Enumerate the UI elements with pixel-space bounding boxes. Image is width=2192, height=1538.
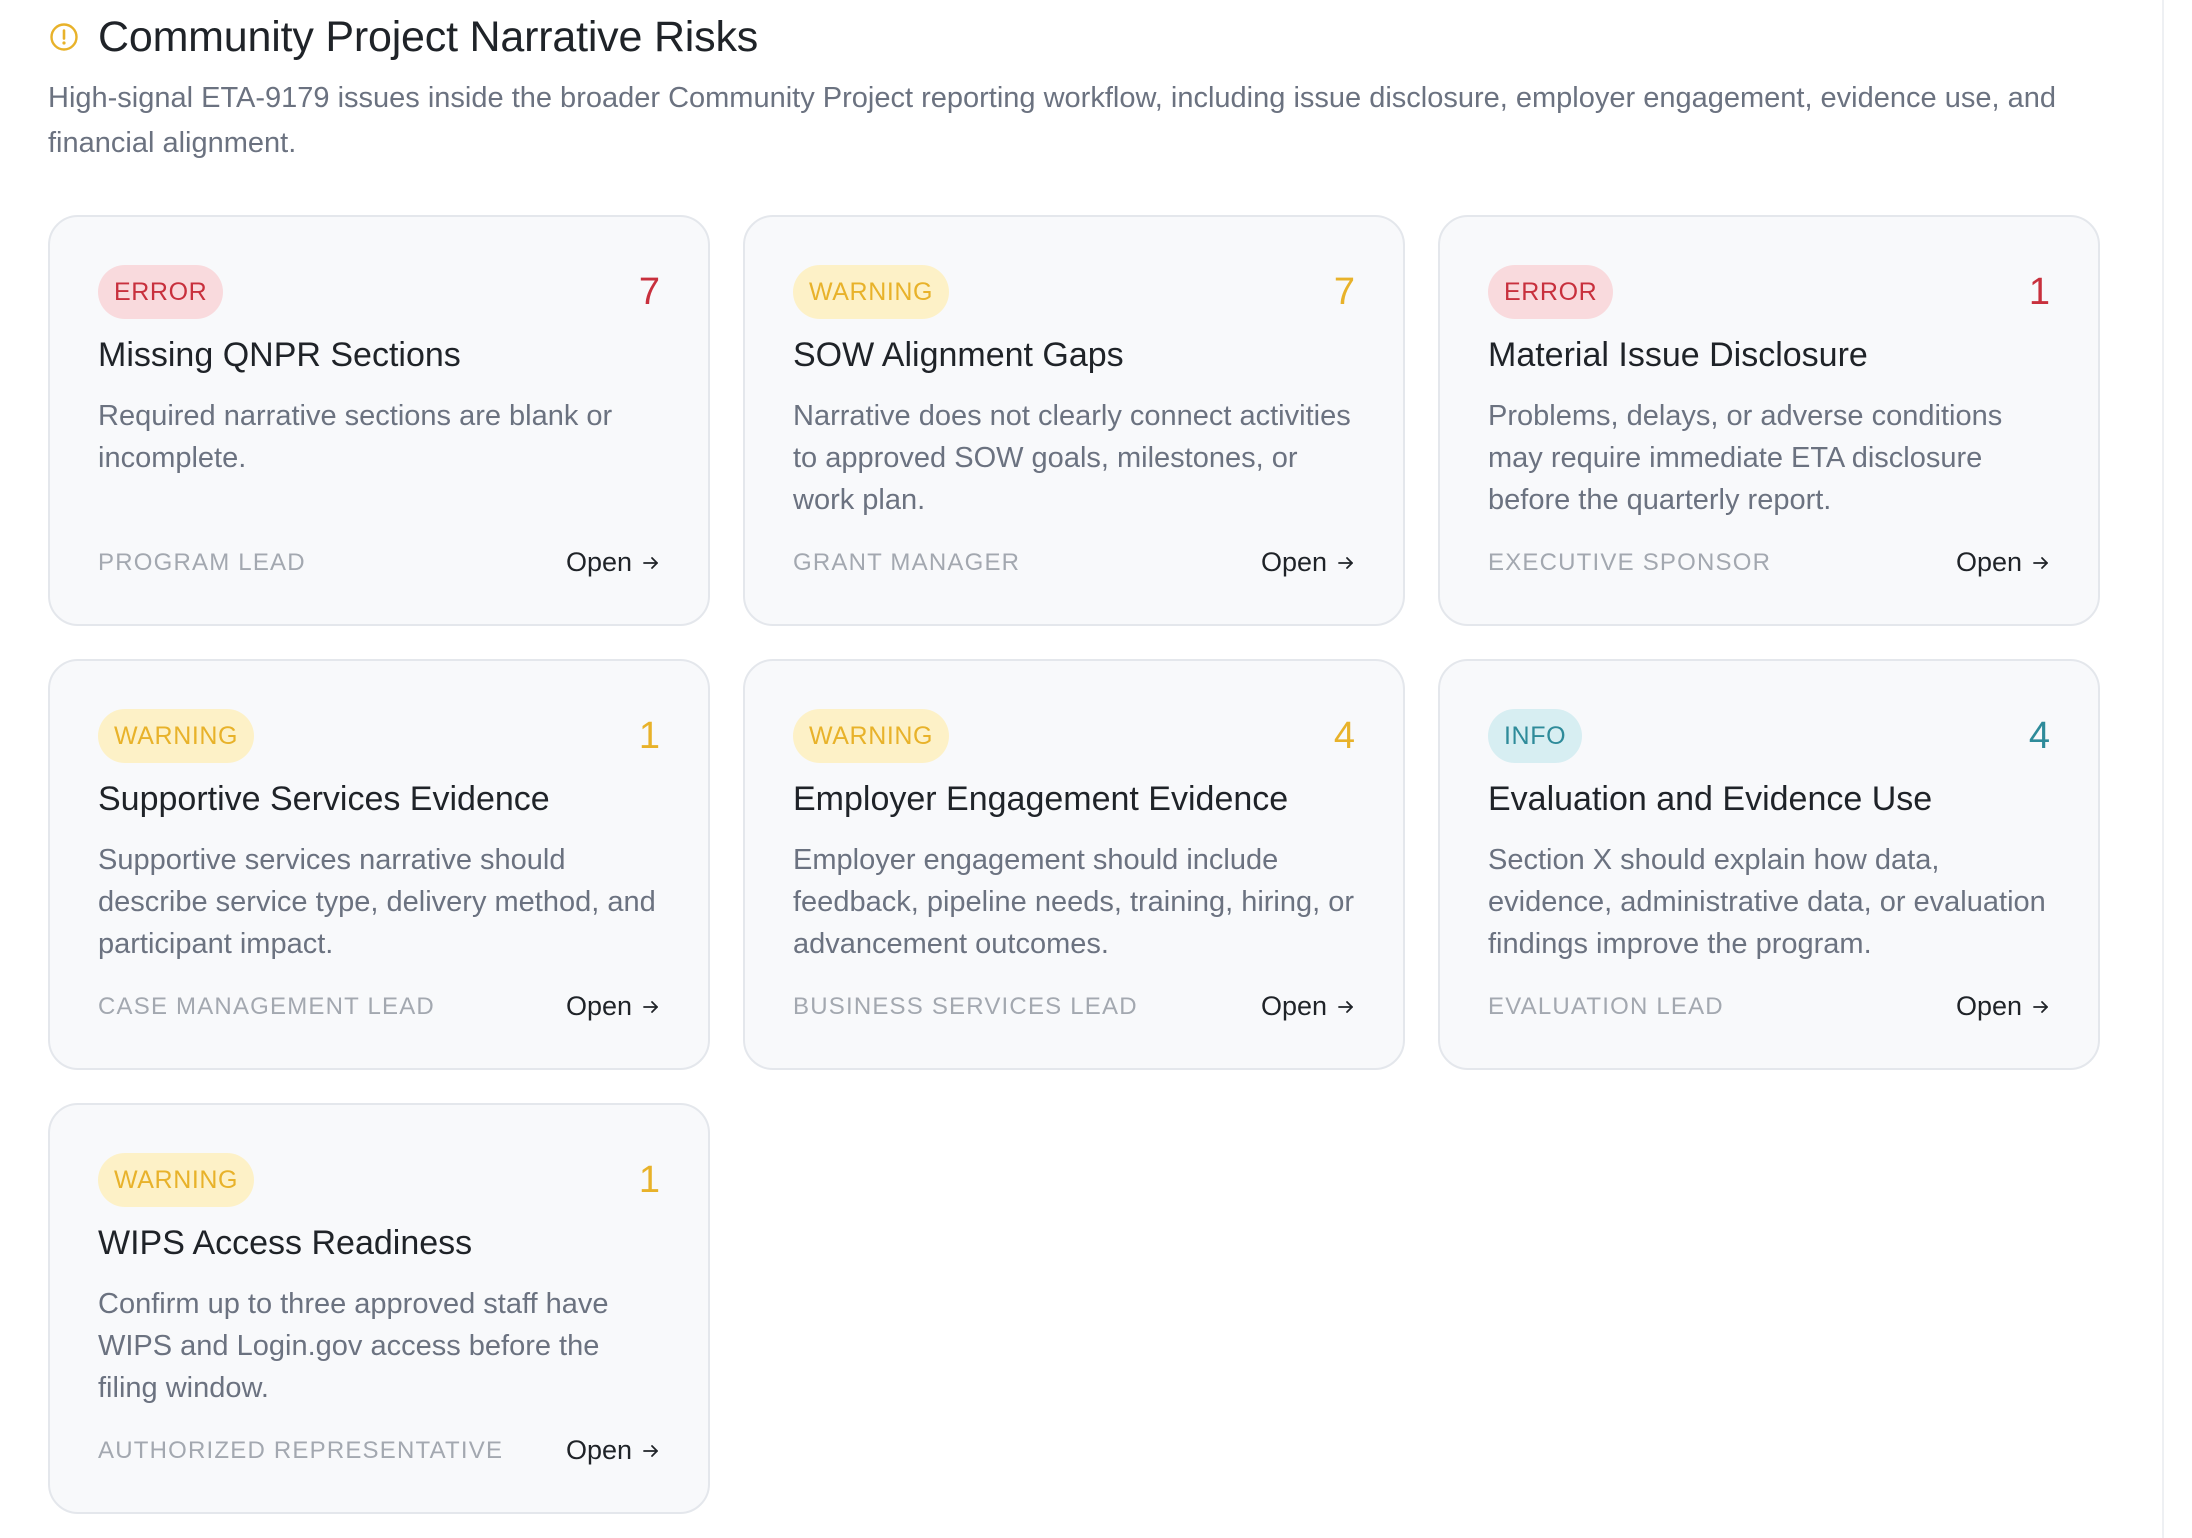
open-label: Open bbox=[565, 547, 632, 577]
open-button[interactable]: Open bbox=[1261, 547, 1355, 578]
owner-role: AUTHORIZED REPRESENTATIVE bbox=[98, 1436, 504, 1464]
arrow-right-icon bbox=[1337, 554, 1355, 572]
open-label: Open bbox=[1955, 547, 2022, 577]
card-footer: PROGRAM LEAD Open bbox=[98, 547, 660, 578]
open-button[interactable]: Open bbox=[1261, 991, 1355, 1022]
narrative-risks-section: Community Project Narrative Risks High-s… bbox=[48, 8, 2108, 1514]
severity-badge: WARNING bbox=[98, 709, 255, 763]
card-footer: AUTHORIZED REPRESENTATIVE Open bbox=[98, 1435, 660, 1466]
severity-badge: ERROR bbox=[1488, 265, 1614, 319]
arrow-right-icon bbox=[642, 998, 660, 1016]
open-button[interactable]: Open bbox=[566, 547, 660, 578]
card-title: Evaluation and Evidence Use bbox=[1488, 780, 1933, 818]
arrow-right-icon bbox=[2032, 998, 2050, 1016]
issue-count: 1 bbox=[638, 1159, 660, 1201]
card-title: Employer Engagement Evidence bbox=[793, 780, 1289, 818]
card-description: Employer engagement should include feedb… bbox=[793, 844, 1355, 960]
risk-card-1: ERROR 7 Missing QNPR Sections Required n… bbox=[48, 215, 710, 626]
issue-count: 7 bbox=[1333, 271, 1355, 313]
risk-card-5: WARNING 4 Employer Engagement Evidence E… bbox=[743, 659, 1405, 1070]
risk-card-2: WARNING 7 SOW Alignment Gaps Narrative d… bbox=[743, 215, 1405, 626]
card-description: Section X should explain how data, evide… bbox=[1488, 844, 2046, 960]
owner-role: EXECUTIVE SPONSOR bbox=[1488, 548, 1772, 576]
card-header: ERROR 1 bbox=[1488, 265, 2050, 319]
card-header: WARNING 1 bbox=[98, 1153, 660, 1207]
card-description: Problems, delays, or adverse conditions … bbox=[1488, 400, 2003, 516]
card-footer: BUSINESS SERVICES LEAD Open bbox=[793, 991, 1355, 1022]
card-footer: EVALUATION LEAD Open bbox=[1488, 991, 2050, 1022]
page-subtitle: High-signal ETA-9179 issues inside the b… bbox=[48, 82, 2056, 159]
card-description: Supportive services narrative should des… bbox=[98, 844, 656, 960]
card-title: Missing QNPR Sections bbox=[98, 336, 461, 374]
risk-card-3: ERROR 1 Material Issue Disclosure Proble… bbox=[1438, 215, 2100, 626]
risk-card-grid: ERROR 7 Missing QNPR Sections Required n… bbox=[48, 215, 2108, 1514]
open-button[interactable]: Open bbox=[1956, 547, 2050, 578]
open-button[interactable]: Open bbox=[566, 991, 660, 1022]
open-button[interactable]: Open bbox=[1956, 991, 2050, 1022]
severity-badge: WARNING bbox=[98, 1153, 255, 1207]
open-label: Open bbox=[1260, 547, 1327, 577]
risk-card-6: INFO 4 Evaluation and Evidence Use Secti… bbox=[1438, 659, 2100, 1070]
risk-card-4: WARNING 1 Supportive Services Evidence S… bbox=[48, 659, 710, 1070]
card-description: Narrative does not clearly connect activ… bbox=[793, 400, 1351, 516]
issue-count: 4 bbox=[1333, 715, 1355, 757]
owner-role: EVALUATION LEAD bbox=[1488, 992, 1724, 1020]
card-title: WIPS Access Readiness bbox=[98, 1224, 473, 1262]
card-title: Material Issue Disclosure bbox=[1488, 336, 1868, 374]
issue-count: 1 bbox=[2028, 271, 2050, 313]
card-footer: EXECUTIVE SPONSOR Open bbox=[1488, 547, 2050, 578]
owner-role: GRANT MANAGER bbox=[793, 548, 1021, 576]
open-label: Open bbox=[1955, 991, 2022, 1021]
card-header: ERROR 7 bbox=[98, 265, 660, 319]
card-footer: CASE MANAGEMENT LEAD Open bbox=[98, 991, 660, 1022]
severity-badge: ERROR bbox=[98, 265, 224, 319]
owner-role: BUSINESS SERVICES LEAD bbox=[793, 992, 1138, 1020]
card-description: Confirm up to three approved staff have … bbox=[98, 1288, 609, 1404]
card-title: SOW Alignment Gaps bbox=[793, 336, 1124, 374]
issue-count: 7 bbox=[638, 271, 660, 313]
arrow-right-icon bbox=[2032, 554, 2050, 572]
arrow-right-icon bbox=[642, 1442, 660, 1460]
warning-circle-icon bbox=[48, 21, 80, 53]
section-header: Community Project Narrative Risks bbox=[48, 8, 2108, 66]
open-label: Open bbox=[1260, 991, 1327, 1021]
card-header: INFO 4 bbox=[1488, 709, 2050, 763]
issue-count: 4 bbox=[2028, 715, 2050, 757]
arrow-right-icon bbox=[1337, 998, 1355, 1016]
page-title: Community Project Narrative Risks bbox=[98, 12, 759, 61]
card-footer: GRANT MANAGER Open bbox=[793, 547, 1355, 578]
card-description: Required narrative sections are blank or… bbox=[98, 400, 613, 474]
open-label: Open bbox=[565, 991, 632, 1021]
card-header: WARNING 1 bbox=[98, 709, 660, 763]
severity-badge: INFO bbox=[1488, 709, 1583, 763]
arrow-right-icon bbox=[642, 554, 660, 572]
card-title: Supportive Services Evidence bbox=[98, 780, 550, 818]
issue-count: 1 bbox=[638, 715, 660, 757]
panel-divider bbox=[2162, 0, 2164, 1538]
owner-role: PROGRAM LEAD bbox=[98, 548, 306, 576]
severity-badge: WARNING bbox=[793, 265, 950, 319]
owner-role: CASE MANAGEMENT LEAD bbox=[98, 992, 435, 1020]
card-header: WARNING 4 bbox=[793, 709, 1355, 763]
severity-badge: WARNING bbox=[793, 709, 950, 763]
open-label: Open bbox=[565, 1435, 632, 1465]
card-header: WARNING 7 bbox=[793, 265, 1355, 319]
risk-card-7: WARNING 1 WIPS Access Readiness Confirm … bbox=[48, 1103, 710, 1514]
open-button[interactable]: Open bbox=[566, 1435, 660, 1466]
